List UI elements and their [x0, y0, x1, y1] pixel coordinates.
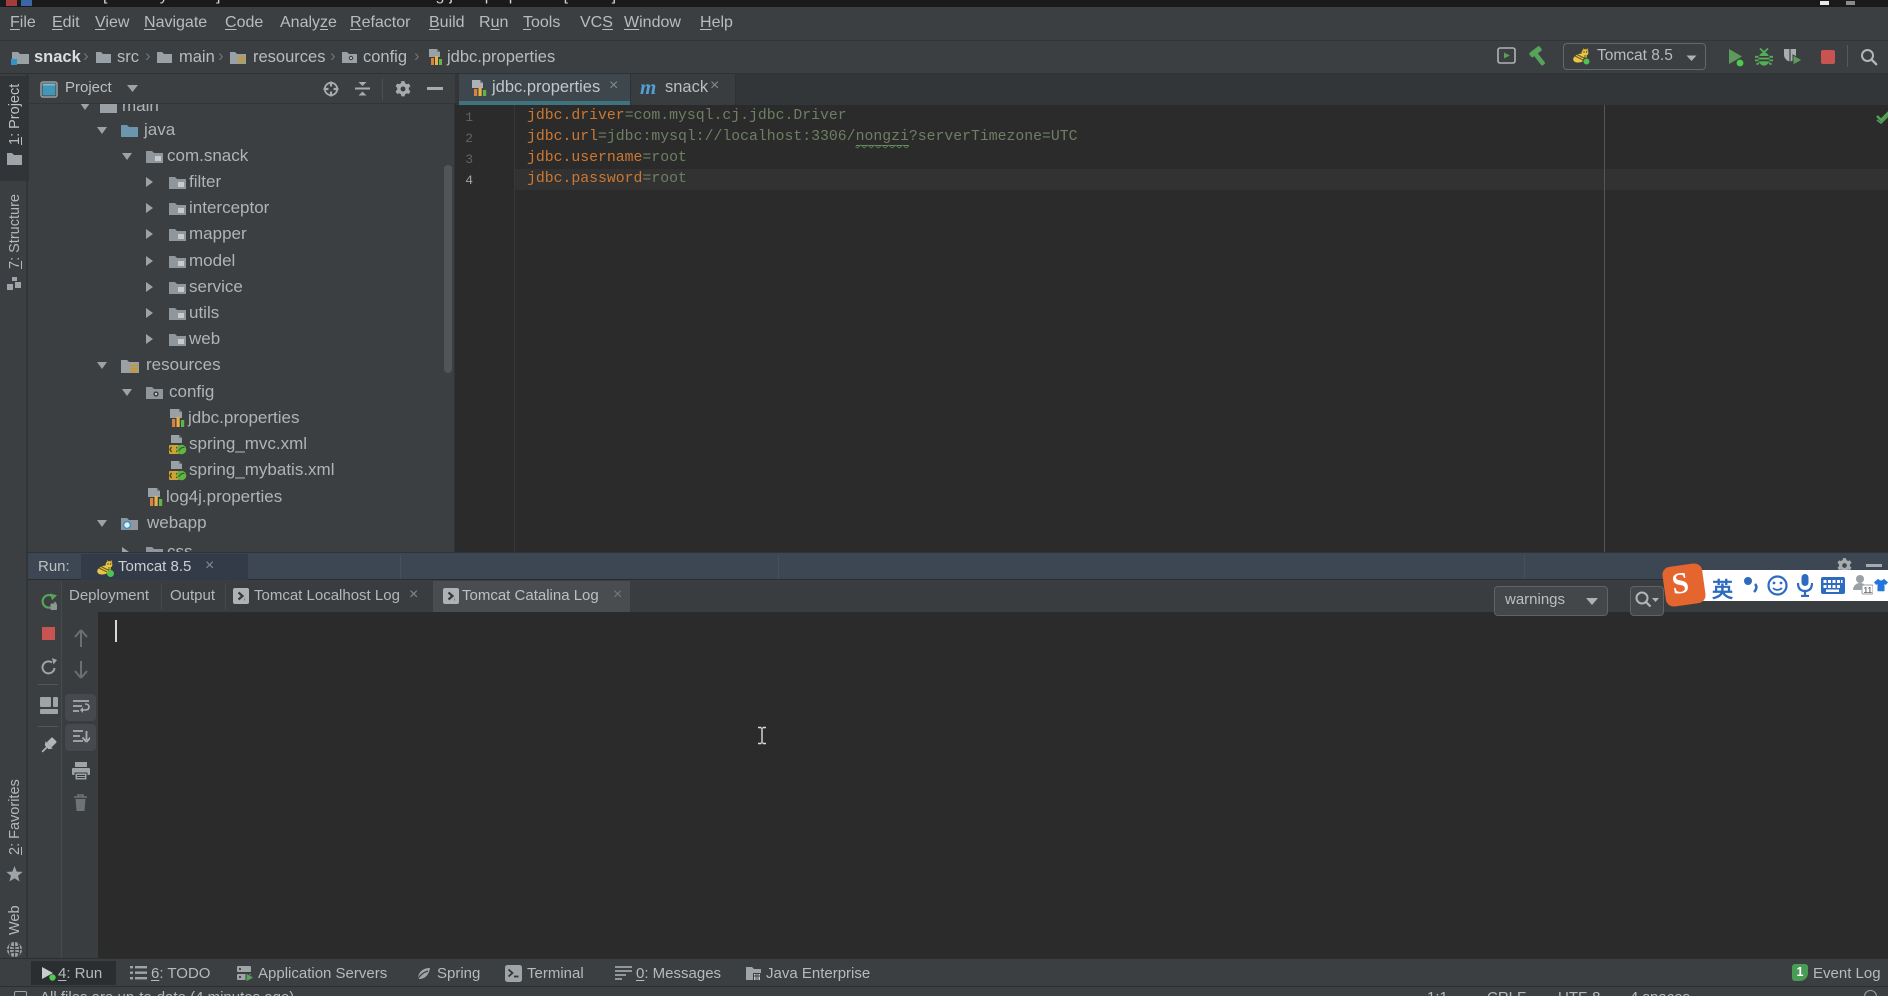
svg-text:11: 11	[1864, 586, 1873, 595]
